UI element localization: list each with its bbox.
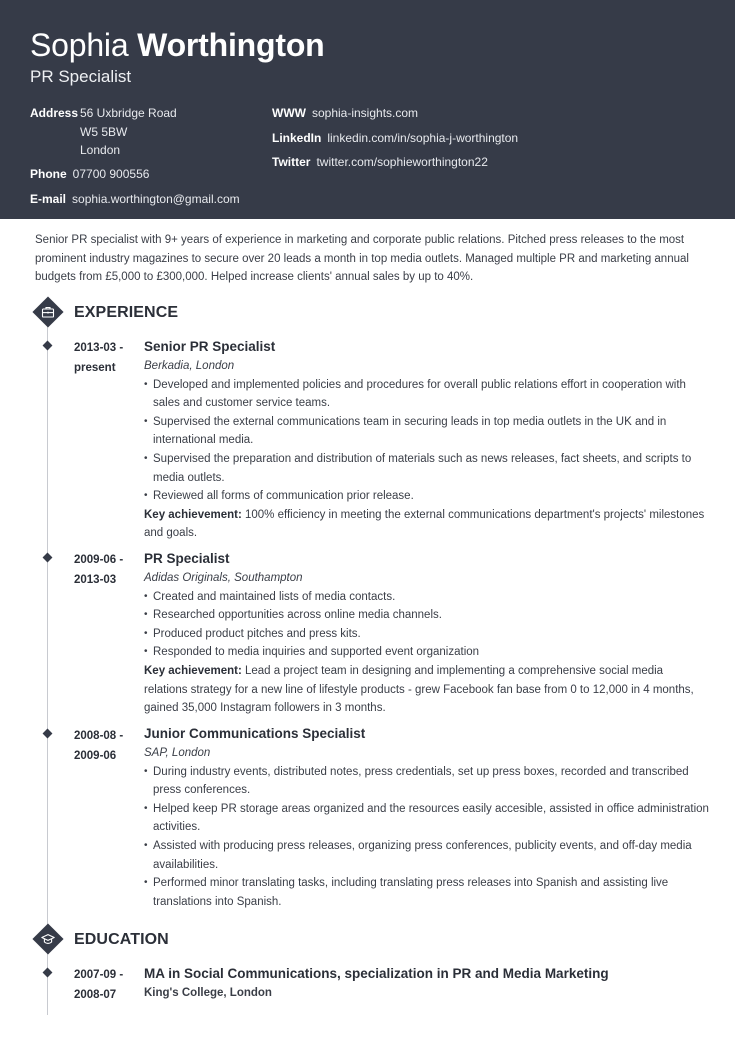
duties-list: During industry events, distributed note… (144, 763, 709, 912)
phone-label: Phone (30, 167, 67, 181)
linkedin-link[interactable]: linkedin.com/in/sophia-j-worthington (327, 131, 518, 145)
duty-item: Supervised the external communications t… (144, 413, 709, 450)
employer: Adidas Originals, Southampton (144, 572, 303, 584)
duty-item: Developed and implemented policies and p… (144, 376, 709, 413)
date-start: 2008-08 - (74, 730, 124, 742)
employer: Berkadia, London (144, 360, 235, 372)
key-achievement: Key achievement: 100% efficiency in meet… (144, 506, 709, 543)
date-end: 2013-03 (74, 573, 117, 586)
entry-dates: 2007-09 - 2008-07 (74, 966, 138, 1005)
address-line: London (80, 143, 121, 157)
duties-list: Created and maintained lists of media co… (144, 588, 709, 662)
job-role: PR Specialist (144, 551, 230, 566)
contact-twitter: Twitter twitter.com/sophieworthington22 (272, 153, 488, 171)
timeline-marker (42, 552, 53, 563)
phone-value: 07700 900556 (72, 167, 150, 181)
contact-address: Address 56 Uxbridge Road W5 5BW London (30, 104, 177, 157)
address-lines: 56 Uxbridge Road W5 5BW London (80, 104, 177, 160)
degree: MA in Social Communications, specializat… (144, 966, 609, 981)
website-link[interactable]: sophia-insights.com (312, 106, 418, 120)
last-name: Worthington (137, 27, 325, 63)
twitter-label: Twitter (272, 155, 311, 169)
duty-item: Produced product pitches and press kits. (144, 625, 709, 644)
duty-item: Assisted with producing press releases, … (144, 837, 709, 874)
employer: SAP, London (144, 747, 211, 759)
date-start: 2009-06 - (74, 554, 124, 566)
address-line: W5 5BW (80, 124, 128, 139)
briefcase-icon (32, 296, 64, 328)
twitter-link[interactable]: twitter.com/sophieworthington22 (316, 155, 487, 169)
duty-item: During industry events, distributed note… (144, 763, 709, 800)
date-end: 2008-07 (74, 988, 117, 1001)
section-title-education: EDUCATION (74, 931, 169, 948)
section-title-experience: EXPERIENCE (74, 304, 179, 321)
email-link[interactable]: sophia.worthington@gmail.com (72, 192, 240, 206)
experience-entry: Senior PR Specialist Berkadia, London De… (144, 337, 709, 543)
timeline-marker (42, 728, 53, 739)
address-line: 56 Uxbridge Road (80, 106, 177, 120)
profile-summary: Senior PR specialist with 9+ years of ex… (35, 234, 689, 284)
school: King's College, London (144, 987, 272, 999)
email-label: E-mail (30, 192, 67, 206)
entry-dates: 2013-03 - present (74, 339, 138, 378)
date-end: present (74, 361, 116, 374)
experience-entry: PR Specialist Adidas Originals, Southamp… (144, 549, 709, 718)
timeline-line (47, 950, 48, 1015)
duties-list: Developed and implemented policies and p… (144, 376, 709, 506)
job-role: Senior PR Specialist (144, 339, 276, 354)
job-title: PR Specialist (30, 67, 132, 86)
contact-linkedin: LinkedIn linkedin.com/in/sophia-j-worthin… (272, 129, 518, 147)
duty-item: Reviewed all forms of communication prio… (144, 487, 709, 506)
date-start: 2013-03 - (74, 342, 124, 354)
duty-item: Performed minor translating tasks, inclu… (144, 874, 709, 911)
duty-item: Helped keep PR storage areas organized a… (144, 800, 709, 837)
first-name: Sophia (30, 27, 129, 63)
date-start: 2007-09 - (74, 969, 124, 981)
graduation-cap-icon (32, 923, 64, 955)
duty-item: Created and maintained lists of media co… (144, 588, 709, 607)
duty-item: Supervised the preparation and distribut… (144, 450, 709, 487)
contact-email: E-mail sophia.worthington@gmail.com (30, 190, 240, 208)
resume-header: Sophia Worthington PR Specialist Address… (0, 0, 735, 219)
duty-item: Researched opportunities across online m… (144, 606, 709, 625)
job-role: Junior Communications Specialist (144, 726, 366, 741)
candidate-name: Sophia Worthington (30, 25, 325, 65)
website-label: WWW (272, 106, 306, 120)
timeline-marker (42, 967, 53, 978)
entry-dates: 2009-06 - 2013-03 (74, 551, 138, 590)
linkedin-label: LinkedIn (272, 131, 322, 145)
timeline-marker (42, 340, 53, 351)
education-entry: MA in Social Communications, specializat… (144, 964, 709, 1003)
timeline-line (47, 320, 48, 930)
key-achievement-label: Key achievement: (144, 665, 242, 678)
key-achievement-label: Key achievement: (144, 508, 242, 521)
key-achievement: Key achievement: Lead a project team in … (144, 662, 709, 718)
address-label: Address (30, 106, 79, 120)
contact-phone: Phone 07700 900556 (30, 165, 149, 183)
duty-item: Responded to media inquiries and support… (144, 643, 709, 662)
experience-entry: Junior Communications Specialist SAP, Lo… (144, 724, 709, 911)
date-end: 2009-06 (74, 749, 117, 762)
entry-dates: 2008-08 - 2009-06 (74, 727, 138, 766)
contact-website: WWW sophia-insights.com (272, 104, 418, 122)
